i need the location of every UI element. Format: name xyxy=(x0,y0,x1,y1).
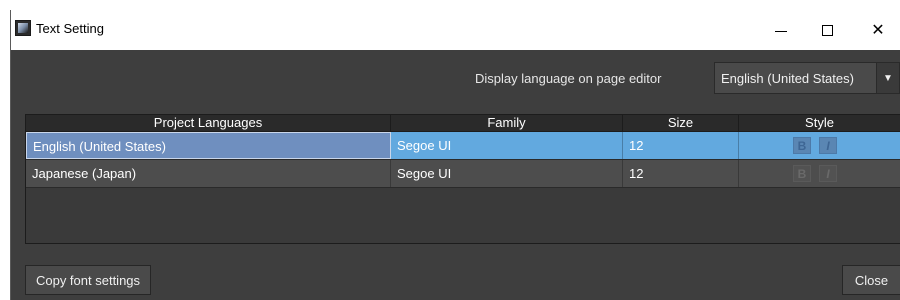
minimize-button[interactable] xyxy=(758,10,804,50)
maximize-button[interactable] xyxy=(804,10,850,50)
table-row[interactable]: English (United States) Segoe UI 12 B I xyxy=(26,132,900,160)
cell-family[interactable]: Segoe UI xyxy=(391,132,623,159)
maximize-icon xyxy=(821,24,833,36)
close-window-button[interactable]: ✕ xyxy=(855,10,900,50)
italic-toggle[interactable]: I xyxy=(819,165,837,182)
cell-family[interactable]: Segoe UI xyxy=(391,160,623,187)
cell-style: B I xyxy=(739,132,900,159)
column-header-family[interactable]: Family xyxy=(391,115,623,131)
table-row[interactable]: Japanese (Japan) Segoe UI 12 B I xyxy=(26,160,900,188)
window-title: Text Setting xyxy=(36,21,104,36)
cell-style: B I xyxy=(739,160,900,187)
column-header-size[interactable]: Size xyxy=(623,115,739,131)
display-language-label: Display language on page editor xyxy=(475,71,662,86)
text-setting-dialog: Text Setting ✕ Display language on page … xyxy=(10,10,900,300)
title-bar: Text Setting ✕ xyxy=(11,10,900,50)
cell-language[interactable]: Japanese (Japan) xyxy=(26,160,391,187)
minimize-icon xyxy=(775,30,787,32)
project-languages-grid: Project Languages Family Size Style Engl… xyxy=(25,114,900,244)
close-button[interactable]: Close xyxy=(842,265,900,295)
cell-size[interactable]: 12 xyxy=(623,160,739,187)
dropdown-arrow-icon[interactable]: ▼ xyxy=(876,63,899,93)
bold-toggle[interactable]: B xyxy=(793,165,811,182)
italic-toggle[interactable]: I xyxy=(819,137,837,154)
grid-header: Project Languages Family Size Style xyxy=(26,115,900,132)
app-icon xyxy=(15,20,31,36)
display-language-dropdown[interactable]: English (United States) ▼ xyxy=(714,62,900,94)
cell-size[interactable]: 12 xyxy=(623,132,739,159)
bold-toggle[interactable]: B xyxy=(793,137,811,154)
cell-language[interactable]: English (United States) xyxy=(26,132,391,159)
copy-font-settings-button[interactable]: Copy font settings xyxy=(25,265,151,295)
close-icon: ✕ xyxy=(871,22,885,39)
column-header-project-languages[interactable]: Project Languages xyxy=(26,115,391,131)
column-header-style[interactable]: Style xyxy=(739,115,900,131)
display-language-value: English (United States) xyxy=(721,71,854,86)
